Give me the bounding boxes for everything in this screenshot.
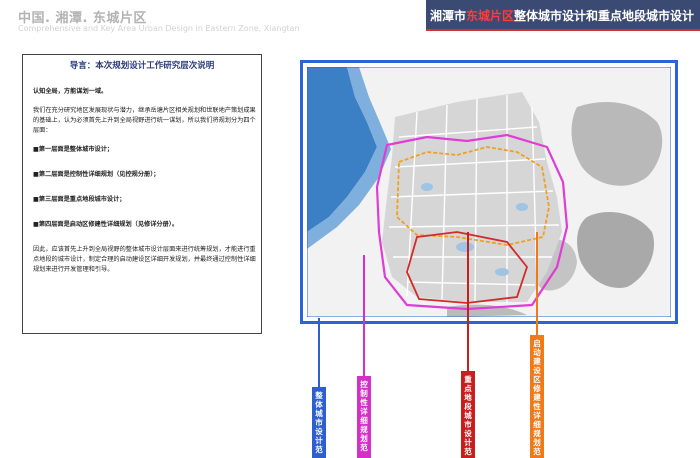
layer-item-3: ■第三层面是重点地段城市设计； xyxy=(33,196,126,203)
project-title: 湘潭市东城片区整体城市设计和重点地段城市设计 xyxy=(430,7,694,24)
page-header: 中国. 湘潭. 东城片区 Comprehensive and Key Area … xyxy=(0,0,700,38)
doc-intro-paragraph: 我们在充分研究地区发展现状与潜力，继承岳塘片区相关规划和世联地产策划成果的基础上… xyxy=(33,107,256,134)
legend-line-startup xyxy=(536,232,538,335)
doc-title: 导言：本次规划设计工作研究层次说明 xyxy=(69,61,215,71)
planning-map xyxy=(307,67,671,317)
legend-label-startup: 启动建设区修建性详细规划范 xyxy=(530,335,544,458)
project-title-prefix: 湘潭市 xyxy=(430,9,467,23)
project-title-box: 湘潭市东城片区整体城市设计和重点地段城市设计 xyxy=(426,0,700,29)
legend-label-key-area: 重点地段城市设计范 xyxy=(461,371,475,458)
project-title-highlight: 东城片区 xyxy=(466,9,515,23)
layer-item-4: ■第四层面是启动区修建性详细规划（见修详分册）。 xyxy=(33,221,179,228)
doc-body: 认知全局，方能谋划一域。 我们在充分研究地区发展现状与潜力，继承岳塘片区相关规划… xyxy=(33,87,257,284)
project-title-suffix: 整体城市设计和重点地段城市设计 xyxy=(514,9,695,23)
layer-item-2: ■第二层面是控制性详细规划（见控规分册）； xyxy=(33,171,160,178)
legend-line-key-area xyxy=(467,232,469,371)
legend-line-regulatory xyxy=(363,255,365,376)
title-underline xyxy=(426,29,700,31)
legend-label-regulatory: 控制性详细规划范 xyxy=(357,376,371,458)
brand-title-en: Comprehensive and Key Area Urban Design … xyxy=(18,24,300,33)
layer-item-1: ■第一层面是整体城市设计； xyxy=(33,146,114,153)
doc-conclusion-paragraph: 因此，应该首先上升到全局视野的整体城市设计层面来进行统筹规划，才能进行重点地段的… xyxy=(33,246,256,273)
doc-subtitle: 认知全局，方能谋划一域。 xyxy=(33,88,108,95)
intro-document-box: 导言：本次规划设计工作研究层次说明 认知全局，方能谋划一域。 我们在充分研究地区… xyxy=(22,54,262,334)
legend-label-overall: 整体城市设计范 xyxy=(312,387,326,458)
planning-map-frame xyxy=(300,60,678,324)
legend-line-overall xyxy=(318,318,320,388)
